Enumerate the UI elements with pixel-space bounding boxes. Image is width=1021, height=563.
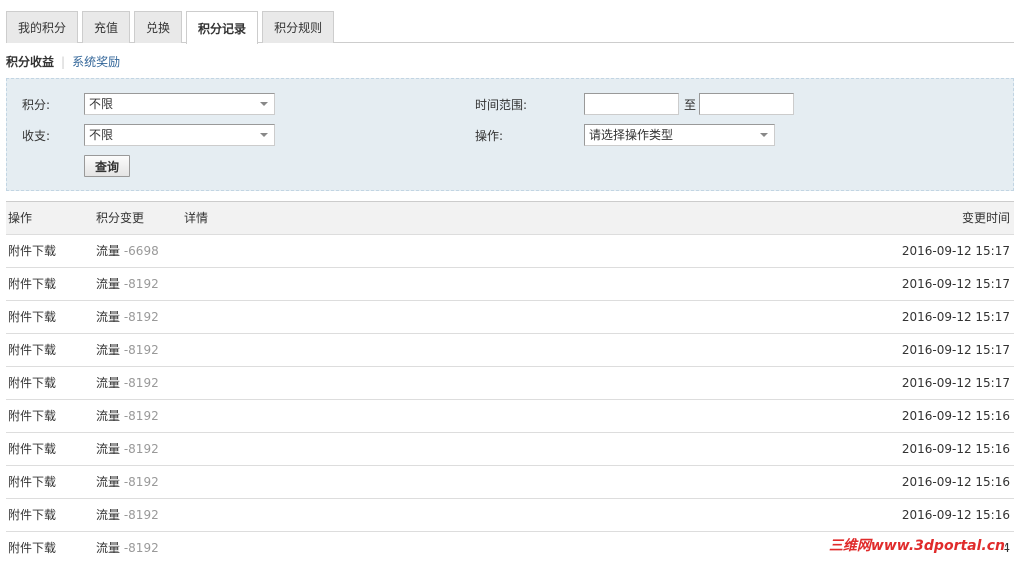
table-row: 附件下载 流量 -8192 2016-09-12 15:17 (6, 367, 1014, 400)
action-label: 操作: (475, 129, 504, 143)
row-amount: -8192 (123, 508, 159, 522)
tab-bar: 我的积分 充值 兑换 积分记录 积分规则 (6, 11, 1014, 44)
row-amount: -8192 (123, 541, 159, 555)
tab-points-rules[interactable]: 积分规则 (262, 11, 335, 43)
row-time: 2016-09-12 15:16 (901, 475, 1010, 489)
row-amount: -8192 (123, 376, 159, 390)
income-select[interactable]: 不限 (84, 124, 275, 146)
subnav-system-reward[interactable]: 系统奖励 (72, 53, 120, 70)
row-type: 流量 (96, 541, 121, 555)
row-type: 流量 (96, 376, 121, 390)
table-row: 附件下载 流量 -8192 2016-09-12 15:17 (6, 334, 1014, 367)
time-start-input[interactable] (584, 93, 679, 115)
row-type: 流量 (96, 442, 121, 456)
row-type: 流量 (96, 475, 121, 489)
table-row: 附件下载 流量 -8192 2016-09-12 15:17 (6, 301, 1014, 334)
action-select-value: 请选择操作类型 (589, 128, 674, 142)
income-label: 收支: (22, 129, 51, 143)
row-change: 流量 -8192 (96, 301, 159, 334)
points-log-table: 操作 积分变更 详情 变更时间 附件下载 流量 -6698 2016-09-12… (6, 201, 1014, 563)
row-type: 流量 (96, 277, 121, 291)
subnav-separator: | (61, 54, 66, 69)
table-row: 附件下载 流量 -6698 2016-09-12 15:17 (6, 235, 1014, 268)
chevron-down-icon (260, 133, 268, 137)
tab-recharge[interactable]: 充值 (82, 11, 131, 43)
points-select[interactable]: 不限 (84, 93, 275, 115)
row-action: 附件下载 (8, 442, 57, 456)
row-action: 附件下载 (8, 343, 57, 357)
row-action: 附件下载 (8, 310, 57, 324)
tab-my-points[interactable]: 我的积分 (6, 11, 79, 43)
search-button[interactable]: 查询 (84, 155, 130, 177)
row-time: 2016-09-12 15:17 (901, 310, 1010, 324)
chevron-down-icon (760, 133, 768, 137)
row-type: 流量 (96, 310, 121, 324)
row-change: 流量 -8192 (96, 400, 159, 433)
points-select-value: 不限 (89, 97, 114, 111)
header-change: 积分变更 (96, 211, 145, 225)
row-time: 2016-09-12 15:17 (901, 376, 1010, 390)
row-amount: -8192 (123, 310, 159, 324)
chevron-down-icon (260, 102, 268, 106)
row-change: 流量 -8192 (96, 334, 159, 367)
time-to-label: 至 (684, 98, 697, 112)
row-time: 2016-09-12 15:17 (901, 343, 1010, 357)
row-amount: -8192 (123, 409, 159, 423)
row-amount: -8192 (123, 277, 159, 291)
sub-navigation: 积分收益 | 系统奖励 (6, 53, 120, 70)
row-action: 附件下载 (8, 277, 57, 291)
row-action: 附件下载 (8, 541, 57, 555)
subnav-points-income[interactable]: 积分收益 (6, 53, 54, 70)
row-action: 附件下载 (8, 475, 57, 489)
row-action: 附件下载 (8, 376, 57, 390)
header-time: 变更时间 (961, 211, 1010, 225)
tab-exchange[interactable]: 兑换 (134, 11, 183, 43)
income-select-value: 不限 (89, 128, 114, 142)
tab-points-log[interactable]: 积分记录 (186, 11, 259, 44)
row-type: 流量 (96, 244, 121, 258)
header-action: 操作 (8, 211, 33, 225)
site-watermark: 三维网www.3dportal.cn (828, 538, 1005, 554)
row-amount: -8192 (123, 442, 159, 456)
table-row: 附件下载 流量 -8192 2016-09-12 15:16 (6, 400, 1014, 433)
row-amount: -8192 (123, 475, 159, 489)
row-change: 流量 -8192 (96, 499, 159, 532)
row-change: 流量 -6698 (96, 235, 159, 268)
row-action: 附件下载 (8, 409, 57, 423)
row-time: 2016-09-12 15:17 (901, 277, 1010, 291)
table-row: 附件下载 流量 -8192 2016-09-12 15:16 (6, 433, 1014, 466)
row-change: 流量 -8192 (96, 532, 159, 563)
row-time: 2016-09-12 15:16 (901, 409, 1010, 423)
row-change: 流量 -8192 (96, 268, 159, 301)
filter-panel: 积分: 不限 收支: 不限 时间范围: 至 操作: 请选择操作类型 查询 (6, 78, 1014, 191)
header-detail: 详情 (184, 211, 209, 225)
table-row: 附件下载 流量 -8192 2016-09-12 15:16 (6, 499, 1014, 532)
row-action: 附件下载 (8, 508, 57, 522)
row-type: 流量 (96, 508, 121, 522)
row-change: 流量 -8192 (96, 433, 159, 466)
row-time: 2016-09-12 15:16 (901, 508, 1010, 522)
time-end-input[interactable] (699, 93, 794, 115)
row-type: 流量 (96, 343, 121, 357)
points-label: 积分: (22, 98, 51, 112)
row-change: 流量 -8192 (96, 367, 159, 400)
time-range-label: 时间范围: (475, 98, 528, 112)
row-amount: -8192 (123, 343, 159, 357)
table-header: 操作 积分变更 详情 变更时间 (6, 201, 1014, 235)
row-time: 2016-09-12 15:16 (901, 442, 1010, 456)
table-row: 附件下载 流量 -8192 2016-09-12 15:17 (6, 268, 1014, 301)
row-amount: -6698 (123, 244, 159, 258)
row-time: 2016-09-12 15:17 (901, 244, 1010, 258)
row-type: 流量 (96, 409, 121, 423)
table-row: 附件下载 流量 -8192 2016-09-12 15:16 (6, 466, 1014, 499)
row-change: 流量 -8192 (96, 466, 159, 499)
row-action: 附件下载 (8, 244, 57, 258)
action-select[interactable]: 请选择操作类型 (584, 124, 775, 146)
